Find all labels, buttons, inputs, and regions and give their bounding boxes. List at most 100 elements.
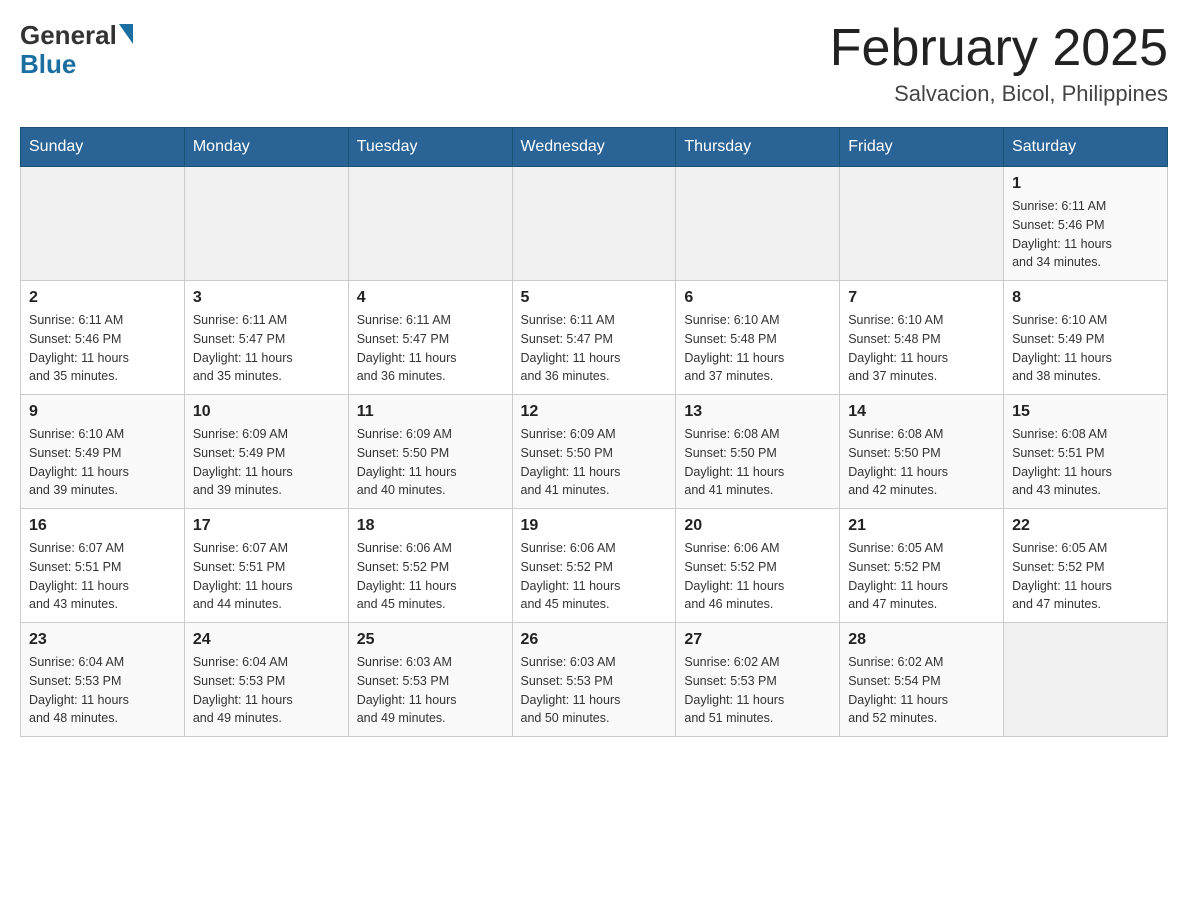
calendar-day-cell: 22Sunrise: 6:05 AMSunset: 5:52 PMDayligh… [1004,509,1168,623]
day-number: 8 [1012,289,1159,307]
calendar-day-cell: 26 Sunrise: 6:03 AMSunset: 5:53 PMDayligh… [512,623,676,737]
day-info: Sunrise: 6:08 AMSunset: 5:50 PMDaylight:… [848,425,995,500]
day-header-monday: Monday [184,128,348,167]
calendar-day-cell: 13 Sunrise: 6:08 AMSunset: 5:50 PMDayligh… [676,395,840,509]
calendar-day-cell: 21 Sunrise: 6:05 AMSunset: 5:52 PMDayligh… [840,509,1004,623]
location-title: Salvacion, Bicol, Philippines [830,81,1168,107]
calendar-day-cell: 20 Sunrise: 6:06 AMSunset: 5:52 PMDayligh… [676,509,840,623]
day-info: Sunrise: 6:11 AMSunset: 5:47 PMDaylight:… [193,311,340,386]
calendar-day-cell: 12Sunrise: 6:09 AMSunset: 5:50 PMDayligh… [512,395,676,509]
day-header-friday: Friday [840,128,1004,167]
day-info: Sunrise: 6:10 AMSunset: 5:49 PMDaylight:… [29,425,176,500]
day-number: 6 [684,289,831,307]
day-number: 11 [357,403,504,421]
calendar-week-row: 16 Sunrise: 6:07 AMSunset: 5:51 PMDayligh… [21,509,1168,623]
day-number: 16 [29,517,176,535]
day-info: Sunrise: 6:11 AMSunset: 5:46 PMDaylight:… [29,311,176,386]
day-info: Sunrise: 6:09 AMSunset: 5:49 PMDaylight:… [193,425,340,500]
calendar-day-cell [348,167,512,281]
day-number: 17 [193,517,340,535]
day-number: 13 [684,403,831,421]
day-number: 28 [848,631,995,649]
day-info: Sunrise: 6:10 AMSunset: 5:48 PMDaylight:… [848,311,995,386]
calendar-day-cell: 2 Sunrise: 6:11 AMSunset: 5:46 PMDaylight… [21,281,185,395]
day-number: 23 [29,631,176,649]
day-number: 1 [1012,175,1159,193]
day-info: Sunrise: 6:09 AMSunset: 5:50 PMDaylight:… [357,425,504,500]
day-header-tuesday: Tuesday [348,128,512,167]
calendar-day-cell [21,167,185,281]
day-info: Sunrise: 6:11 AMSunset: 5:47 PMDaylight:… [521,311,668,386]
calendar-day-cell: 16 Sunrise: 6:07 AMSunset: 5:51 PMDayligh… [21,509,185,623]
calendar-day-cell: 4Sunrise: 6:11 AMSunset: 5:47 PMDaylight… [348,281,512,395]
day-info: Sunrise: 6:07 AMSunset: 5:51 PMDaylight:… [193,539,340,614]
calendar-day-cell: 17 Sunrise: 6:07 AMSunset: 5:51 PMDayligh… [184,509,348,623]
day-number: 15 [1012,403,1159,421]
title-section: February 2025 Salvacion, Bicol, Philippi… [830,20,1168,107]
day-info: Sunrise: 6:07 AMSunset: 5:51 PMDaylight:… [29,539,176,614]
calendar-week-row: 9 Sunrise: 6:10 AMSunset: 5:49 PMDaylight… [21,395,1168,509]
calendar-day-cell [512,167,676,281]
day-info: Sunrise: 6:08 AMSunset: 5:50 PMDaylight:… [684,425,831,500]
day-number: 9 [29,403,176,421]
logo-blue: Blue [20,51,133,77]
day-header-thursday: Thursday [676,128,840,167]
day-info: Sunrise: 6:03 AMSunset: 5:53 PMDaylight:… [521,653,668,728]
day-info: Sunrise: 6:06 AMSunset: 5:52 PMDaylight:… [521,539,668,614]
calendar-day-cell: 10 Sunrise: 6:09 AMSunset: 5:49 PMDayligh… [184,395,348,509]
day-number: 5 [521,289,668,307]
day-number: 20 [684,517,831,535]
day-number: 3 [193,289,340,307]
day-info: Sunrise: 6:10 AMSunset: 5:48 PMDaylight:… [684,311,831,386]
page-header: General Blue February 2025 Salvacion, Bi… [20,20,1168,107]
day-header-sunday: Sunday [21,128,185,167]
calendar-week-row: 1Sunrise: 6:11 AMSunset: 5:46 PMDaylight… [21,167,1168,281]
day-info: Sunrise: 6:02 AMSunset: 5:53 PMDaylight:… [684,653,831,728]
day-number: 19 [521,517,668,535]
day-number: 14 [848,403,995,421]
calendar-header-row: SundayMondayTuesdayWednesdayThursdayFrid… [21,128,1168,167]
day-number: 12 [521,403,668,421]
day-info: Sunrise: 6:05 AMSunset: 5:52 PMDaylight:… [848,539,995,614]
day-info: Sunrise: 6:10 AMSunset: 5:49 PMDaylight:… [1012,311,1159,386]
day-number: 26 [521,631,668,649]
calendar-day-cell: 15 Sunrise: 6:08 AMSunset: 5:51 PMDayligh… [1004,395,1168,509]
calendar-day-cell: 9 Sunrise: 6:10 AMSunset: 5:49 PMDaylight… [21,395,185,509]
calendar-table: SundayMondayTuesdayWednesdayThursdayFrid… [20,127,1168,737]
calendar-day-cell: 3 Sunrise: 6:11 AMSunset: 5:47 PMDaylight… [184,281,348,395]
calendar-day-cell: 28Sunrise: 6:02 AMSunset: 5:54 PMDayligh… [840,623,1004,737]
day-number: 21 [848,517,995,535]
day-info: Sunrise: 6:08 AMSunset: 5:51 PMDaylight:… [1012,425,1159,500]
day-number: 7 [848,289,995,307]
calendar-day-cell [840,167,1004,281]
logo-triangle-icon [119,24,133,44]
calendar-day-cell: 18 Sunrise: 6:06 AMSunset: 5:52 PMDayligh… [348,509,512,623]
day-number: 18 [357,517,504,535]
calendar-day-cell: 7 Sunrise: 6:10 AMSunset: 5:48 PMDaylight… [840,281,1004,395]
calendar-day-cell [1004,623,1168,737]
calendar-day-cell: 25Sunrise: 6:03 AMSunset: 5:53 PMDayligh… [348,623,512,737]
day-info: Sunrise: 6:05 AMSunset: 5:52 PMDaylight:… [1012,539,1159,614]
calendar-day-cell: 27Sunrise: 6:02 AMSunset: 5:53 PMDayligh… [676,623,840,737]
calendar-day-cell: 5 Sunrise: 6:11 AMSunset: 5:47 PMDaylight… [512,281,676,395]
calendar-day-cell: 1Sunrise: 6:11 AMSunset: 5:46 PMDaylight… [1004,167,1168,281]
calendar-week-row: 2 Sunrise: 6:11 AMSunset: 5:46 PMDaylight… [21,281,1168,395]
day-number: 2 [29,289,176,307]
logo-general: General [20,20,117,51]
calendar-day-cell: 23 Sunrise: 6:04 AMSunset: 5:53 PMDayligh… [21,623,185,737]
day-header-wednesday: Wednesday [512,128,676,167]
day-info: Sunrise: 6:11 AMSunset: 5:47 PMDaylight:… [357,311,504,386]
day-info: Sunrise: 6:04 AMSunset: 5:53 PMDaylight:… [29,653,176,728]
logo: General Blue [20,20,133,77]
month-title: February 2025 [830,20,1168,77]
day-info: Sunrise: 6:06 AMSunset: 5:52 PMDaylight:… [684,539,831,614]
day-info: Sunrise: 6:03 AMSunset: 5:53 PMDaylight:… [357,653,504,728]
day-number: 10 [193,403,340,421]
day-info: Sunrise: 6:06 AMSunset: 5:52 PMDaylight:… [357,539,504,614]
calendar-day-cell: 24Sunrise: 6:04 AMSunset: 5:53 PMDayligh… [184,623,348,737]
day-header-saturday: Saturday [1004,128,1168,167]
calendar-day-cell [676,167,840,281]
calendar-day-cell: 14 Sunrise: 6:08 AMSunset: 5:50 PMDayligh… [840,395,1004,509]
calendar-week-row: 23 Sunrise: 6:04 AMSunset: 5:53 PMDayligh… [21,623,1168,737]
calendar-day-cell: 19 Sunrise: 6:06 AMSunset: 5:52 PMDayligh… [512,509,676,623]
